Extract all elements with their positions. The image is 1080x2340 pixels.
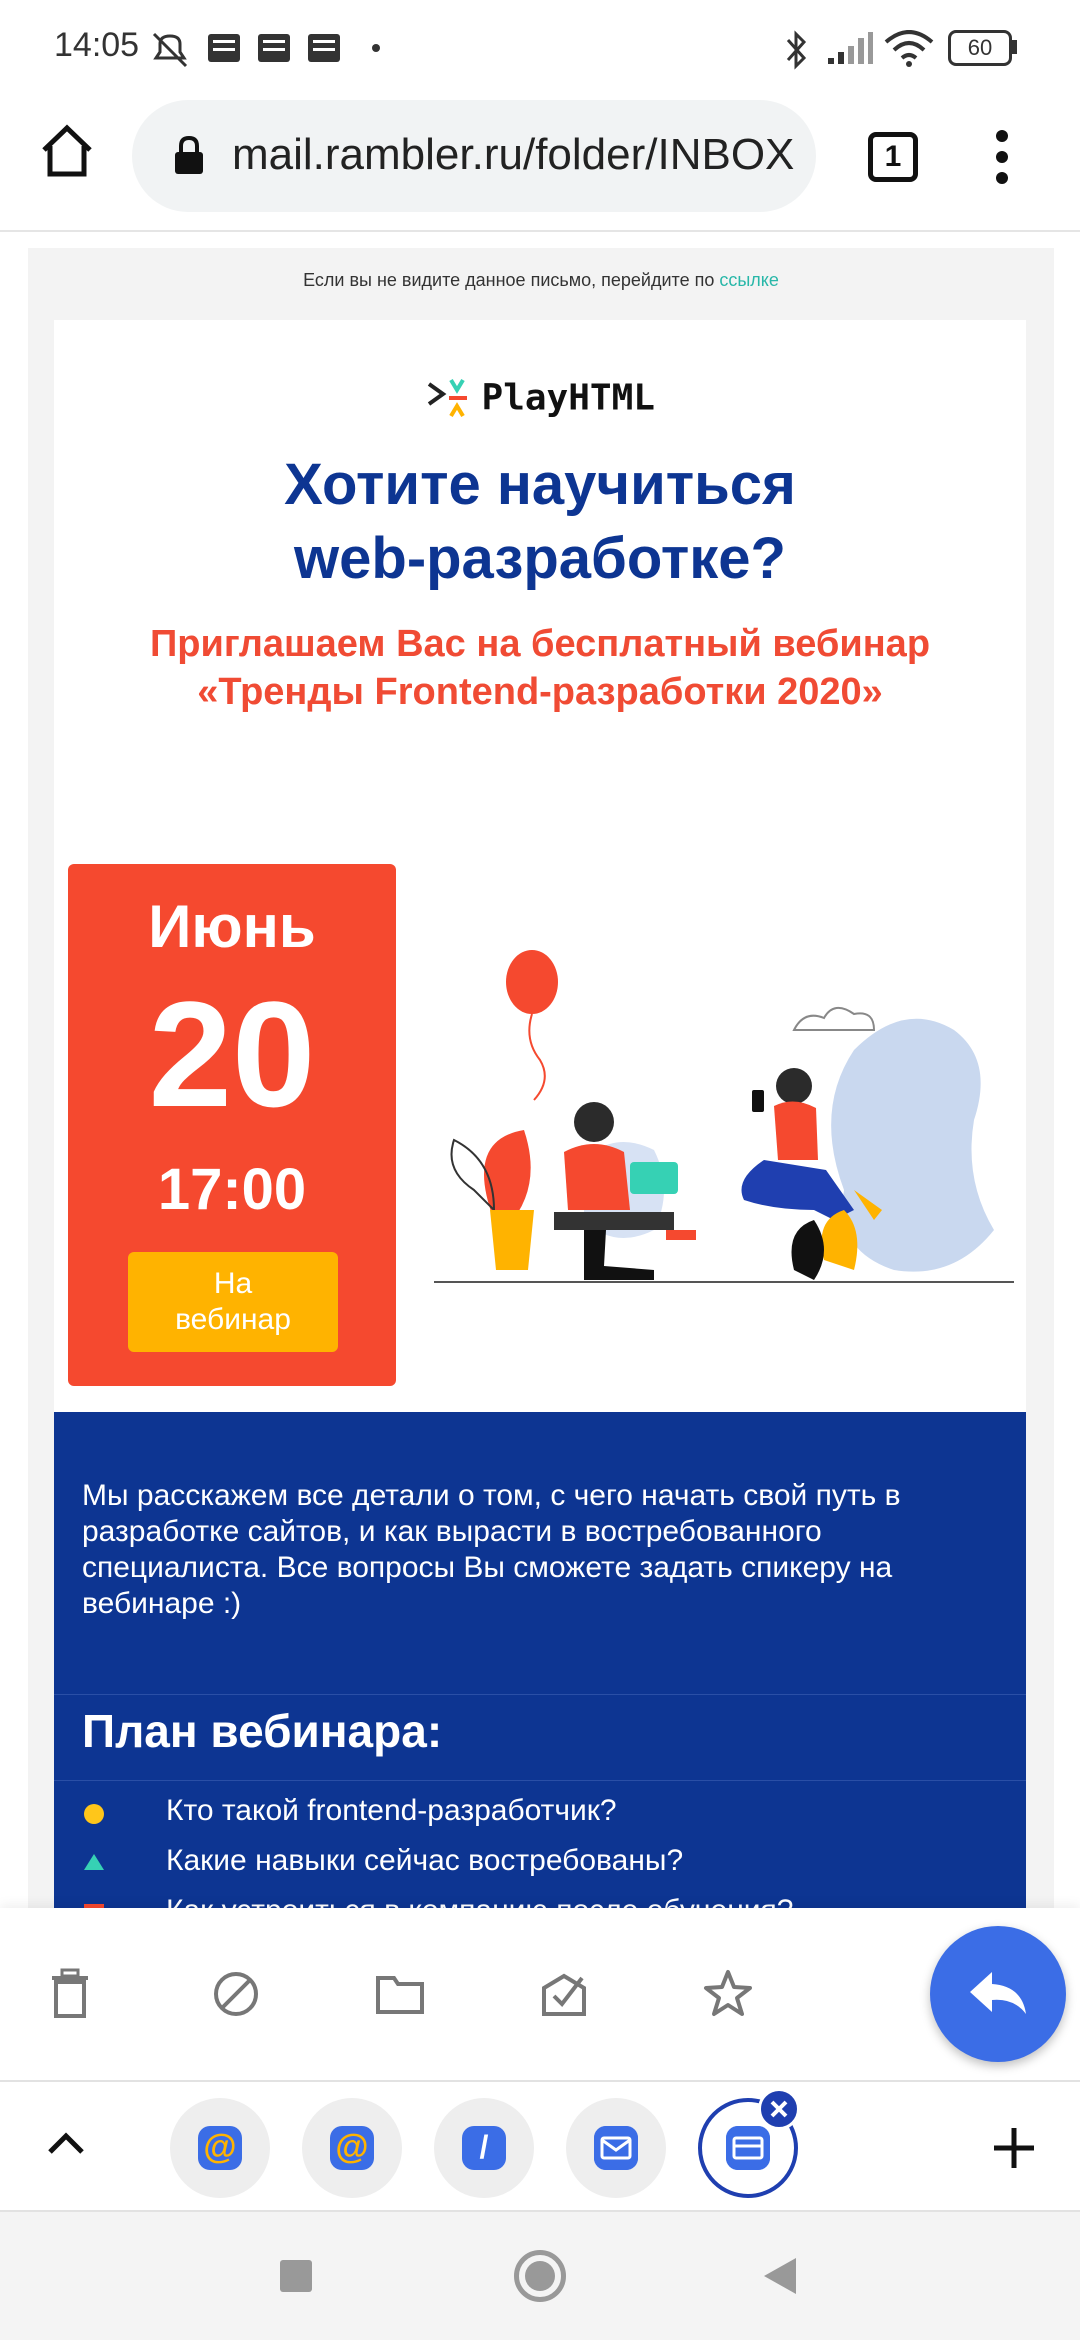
back-icon[interactable] bbox=[762, 2256, 798, 2296]
battery-level: 60 bbox=[967, 35, 993, 60]
mail-notification-icon bbox=[208, 34, 240, 62]
headline: Хотите научиться web-разработке? bbox=[54, 448, 1026, 596]
star-icon[interactable] bbox=[702, 1968, 754, 2020]
plan-item-text: Кто такой frontend-разработчик? bbox=[166, 1794, 617, 1827]
headline-line-2: web-разработке? bbox=[294, 526, 786, 591]
trash-icon[interactable] bbox=[44, 1968, 96, 2020]
more-menu-icon[interactable] bbox=[992, 126, 1012, 188]
battery-icon: 60 bbox=[948, 30, 1012, 66]
mute-icon bbox=[152, 32, 188, 68]
tab-mail[interactable] bbox=[566, 2098, 666, 2198]
url-bar[interactable]: mail.rambler.ru/folder/INBOX bbox=[132, 100, 816, 212]
preheader-text: Если вы не видите данное письмо, перейди… bbox=[303, 270, 720, 290]
tab-count: 1 bbox=[884, 140, 902, 173]
date-card: Июнь 20 17:00 На вебинар bbox=[68, 864, 396, 1386]
divider bbox=[54, 1780, 1026, 1781]
folder-icon[interactable] bbox=[374, 1968, 426, 2020]
date-month: Июнь bbox=[148, 893, 316, 960]
mail-notification-icon bbox=[258, 34, 290, 62]
url-text: mail.rambler.ru/folder/INBOX bbox=[232, 130, 795, 179]
home-icon[interactable] bbox=[38, 122, 96, 180]
reply-button[interactable] bbox=[930, 1926, 1066, 2062]
yellow-circle-bullet-icon bbox=[84, 1804, 104, 1824]
plus-icon[interactable] bbox=[992, 2126, 1036, 2170]
teal-triangle-bullet-icon bbox=[84, 1854, 104, 1870]
preheader-link[interactable]: ссылке bbox=[719, 270, 779, 290]
mail-icon bbox=[594, 2126, 638, 2170]
signal-icon bbox=[828, 32, 873, 64]
mark-read-icon[interactable] bbox=[538, 1968, 590, 2020]
date-day: 20 bbox=[148, 970, 316, 1138]
plan-item-text: Как устроиться в компанию после обучения… bbox=[166, 1894, 793, 1908]
slash-icon: / bbox=[462, 2126, 506, 2170]
tab-rambler-mail[interactable]: @ bbox=[302, 2098, 402, 2198]
logo: PlayHTML bbox=[54, 376, 1026, 426]
system-nav-bar bbox=[0, 2212, 1080, 2340]
webinar-illustration bbox=[434, 950, 1014, 1283]
open-tabs-bar: @ @ / bbox=[0, 2080, 1080, 2212]
close-icon bbox=[770, 2100, 788, 2118]
join-webinar-label-2: вебинар bbox=[175, 1303, 291, 1336]
intro-text: Мы расскажем все детали о том, с чего на… bbox=[82, 1479, 901, 1620]
close-tab-button[interactable] bbox=[758, 2088, 800, 2130]
recents-icon[interactable] bbox=[280, 2260, 312, 2292]
at-icon: @ bbox=[330, 2126, 374, 2170]
mail-icon bbox=[726, 2126, 770, 2170]
headline-line-1: Хотите научиться bbox=[284, 452, 796, 517]
status-bar: 14:05 60 bbox=[0, 0, 1080, 92]
mail-action-toolbar bbox=[0, 1908, 1080, 2080]
status-time: 14:05 bbox=[54, 26, 140, 64]
join-webinar-button[interactable]: На вебинар bbox=[128, 1252, 338, 1352]
tab-rambler[interactable]: / bbox=[434, 2098, 534, 2198]
plan-title: План вебинара: bbox=[82, 1705, 443, 1757]
subhead-line-1: Приглашаем Вас на бесплатный вебинар bbox=[149, 623, 931, 665]
playhtml-logo-icon bbox=[427, 378, 468, 418]
subheadline: Приглашаем Вас на бесплатный вебинар «Тр… bbox=[54, 620, 1026, 716]
block-icon[interactable] bbox=[210, 1968, 262, 2020]
at-icon: @ bbox=[198, 2126, 242, 2170]
chevron-up-icon[interactable] bbox=[46, 2128, 86, 2158]
logo-text: PlayHTML bbox=[481, 377, 655, 419]
tab-switcher-button[interactable]: 1 bbox=[868, 132, 918, 182]
bluetooth-icon bbox=[786, 30, 807, 70]
lock-icon bbox=[175, 135, 203, 174]
email-card: PlayHTML Хотите научиться web-разработке… bbox=[54, 320, 1026, 1908]
reply-icon bbox=[970, 1972, 1026, 2014]
divider bbox=[54, 1694, 1026, 1695]
preheader: Если вы не видите данное письмо, перейди… bbox=[28, 270, 1054, 291]
email-body: Если вы не видите данное письмо, перейди… bbox=[28, 248, 1054, 1908]
date-time: 17:00 bbox=[157, 1157, 307, 1222]
browser-toolbar: mail.rambler.ru/folder/INBOX 1 bbox=[0, 92, 1080, 232]
mail-notification-icon bbox=[308, 34, 340, 62]
subhead-line-2: «Тренды Frontend-разработки 2020» bbox=[197, 671, 883, 713]
plan-item-text: Какие навыки сейчас востребованы? bbox=[166, 1844, 684, 1877]
tab-rambler-mail[interactable]: @ bbox=[170, 2098, 270, 2198]
wifi-icon bbox=[884, 30, 934, 67]
home-nav-icon[interactable] bbox=[514, 2250, 566, 2302]
battery-tip bbox=[1012, 40, 1017, 54]
join-webinar-label-1: На bbox=[213, 1267, 253, 1300]
info-section: Мы расскажем все детали о том, с чего на… bbox=[54, 1412, 1026, 1908]
more-notifications-dot bbox=[372, 44, 380, 52]
